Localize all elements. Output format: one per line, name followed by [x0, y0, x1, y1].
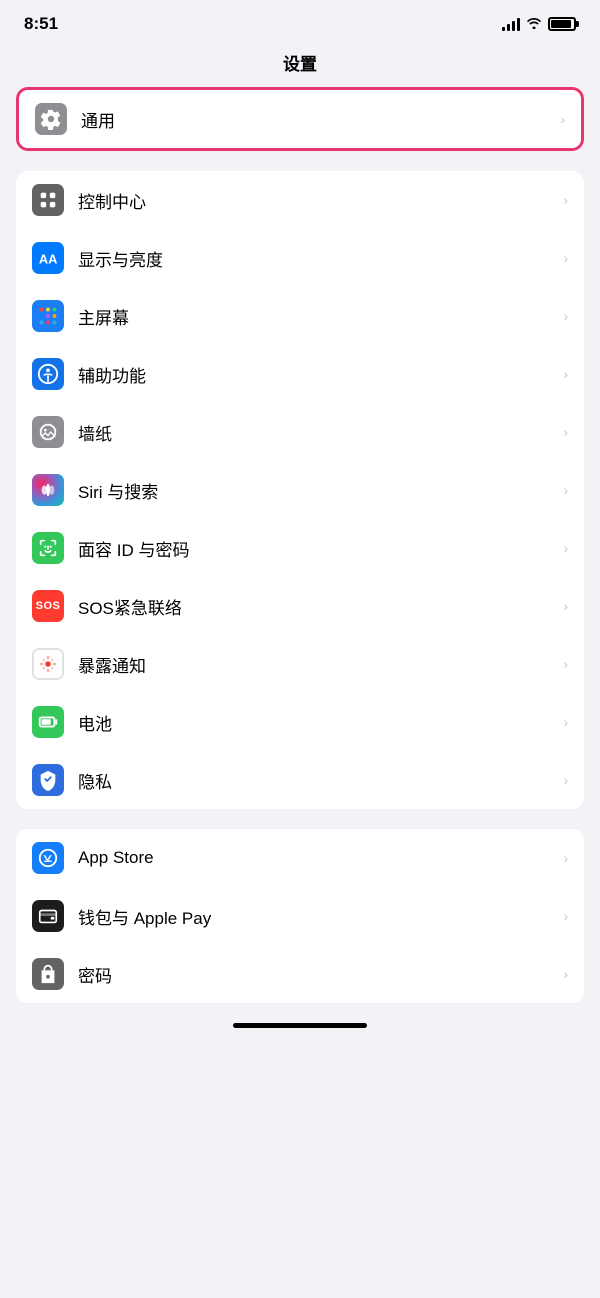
homescreen-label: 主屏幕 — [78, 304, 563, 329]
wallet-icon — [32, 900, 64, 932]
battery-chevron: › — [563, 714, 568, 730]
accessibility-chevron: › — [563, 366, 568, 382]
settings-item-passwords[interactable]: 密码 › — [16, 945, 584, 1003]
battery-settings-icon — [32, 706, 64, 738]
siri-label: Siri 与搜索 — [78, 478, 563, 503]
page-title: 设置 — [0, 42, 600, 87]
display-icon: AA — [32, 242, 64, 274]
passwords-chevron: › — [563, 966, 568, 982]
battery-icon — [548, 17, 576, 31]
general-icon — [35, 103, 67, 135]
sos-label: SOS紧急联络 — [78, 594, 563, 619]
accessibility-icon — [32, 358, 64, 390]
homescreen-icon — [32, 300, 64, 332]
wallet-label: 钱包与 Apple Pay — [78, 904, 563, 929]
settings-group-main: 控制中心 › AA 显示与亮度 › 主屏幕 › — [16, 171, 584, 809]
privacy-icon — [32, 764, 64, 796]
homescreen-chevron: › — [563, 308, 568, 324]
wallpaper-icon — [32, 416, 64, 448]
settings-item-sos[interactable]: SOS SOS紧急联络 › — [16, 577, 584, 635]
general-label: 通用 — [81, 107, 560, 132]
control-center-chevron: › — [563, 192, 568, 208]
settings-item-accessibility[interactable]: 辅助功能 › — [16, 345, 584, 403]
settings-item-general[interactable]: 通用 › — [19, 90, 581, 148]
settings-group-general: 通用 › — [16, 87, 584, 151]
home-indicator — [233, 1023, 367, 1028]
siri-chevron: › — [563, 482, 568, 498]
settings-item-display[interactable]: AA 显示与亮度 › — [16, 229, 584, 287]
exposure-label: 暴露通知 — [78, 652, 563, 677]
sos-icon: SOS — [32, 590, 64, 622]
settings-item-control-center[interactable]: 控制中心 › — [16, 171, 584, 229]
status-time: 8:51 — [24, 14, 58, 34]
appstore-chevron: › — [563, 850, 568, 866]
settings-item-battery[interactable]: 电池 › — [16, 693, 584, 751]
privacy-label: 隐私 — [78, 768, 563, 793]
settings-item-exposure[interactable]: 暴露通知 › — [16, 635, 584, 693]
sos-text: SOS — [36, 600, 61, 612]
faceid-label: 面容 ID 与密码 — [78, 536, 563, 561]
settings-item-appstore[interactable]: App Store › — [16, 829, 584, 887]
exposure-icon — [32, 648, 64, 680]
settings-item-privacy[interactable]: 隐私 › — [16, 751, 584, 809]
siri-icon — [32, 474, 64, 506]
passwords-icon — [32, 958, 64, 990]
settings-item-homescreen[interactable]: 主屏幕 › — [16, 287, 584, 345]
passwords-label: 密码 — [78, 962, 563, 987]
control-center-icon — [32, 184, 64, 216]
general-chevron: › — [560, 111, 565, 127]
wallpaper-label: 墙纸 — [78, 420, 563, 445]
exposure-chevron: › — [563, 656, 568, 672]
faceid-chevron: › — [563, 540, 568, 556]
display-chevron: › — [563, 250, 568, 266]
status-bar: 8:51 — [0, 0, 600, 42]
privacy-chevron: › — [563, 772, 568, 788]
svg-text:AA: AA — [39, 252, 58, 267]
settings-group-apps: App Store › 钱包与 Apple Pay › 密码 › — [16, 829, 584, 1003]
wifi-icon — [526, 16, 542, 32]
status-icons — [502, 16, 576, 32]
settings-item-wallet[interactable]: 钱包与 Apple Pay › — [16, 887, 584, 945]
wallet-chevron: › — [563, 908, 568, 924]
settings-item-faceid[interactable]: 面容 ID 与密码 › — [16, 519, 584, 577]
signal-icon — [502, 17, 520, 31]
appstore-label: App Store — [78, 848, 563, 868]
settings-item-siri[interactable]: Siri 与搜索 › — [16, 461, 584, 519]
accessibility-label: 辅助功能 — [78, 362, 563, 387]
display-label: 显示与亮度 — [78, 246, 563, 271]
wallpaper-chevron: › — [563, 424, 568, 440]
faceid-icon — [32, 532, 64, 564]
sos-chevron: › — [563, 598, 568, 614]
settings-item-wallpaper[interactable]: 墙纸 › — [16, 403, 584, 461]
appstore-icon — [32, 842, 64, 874]
battery-label: 电池 — [78, 710, 563, 735]
control-center-label: 控制中心 — [78, 188, 563, 213]
